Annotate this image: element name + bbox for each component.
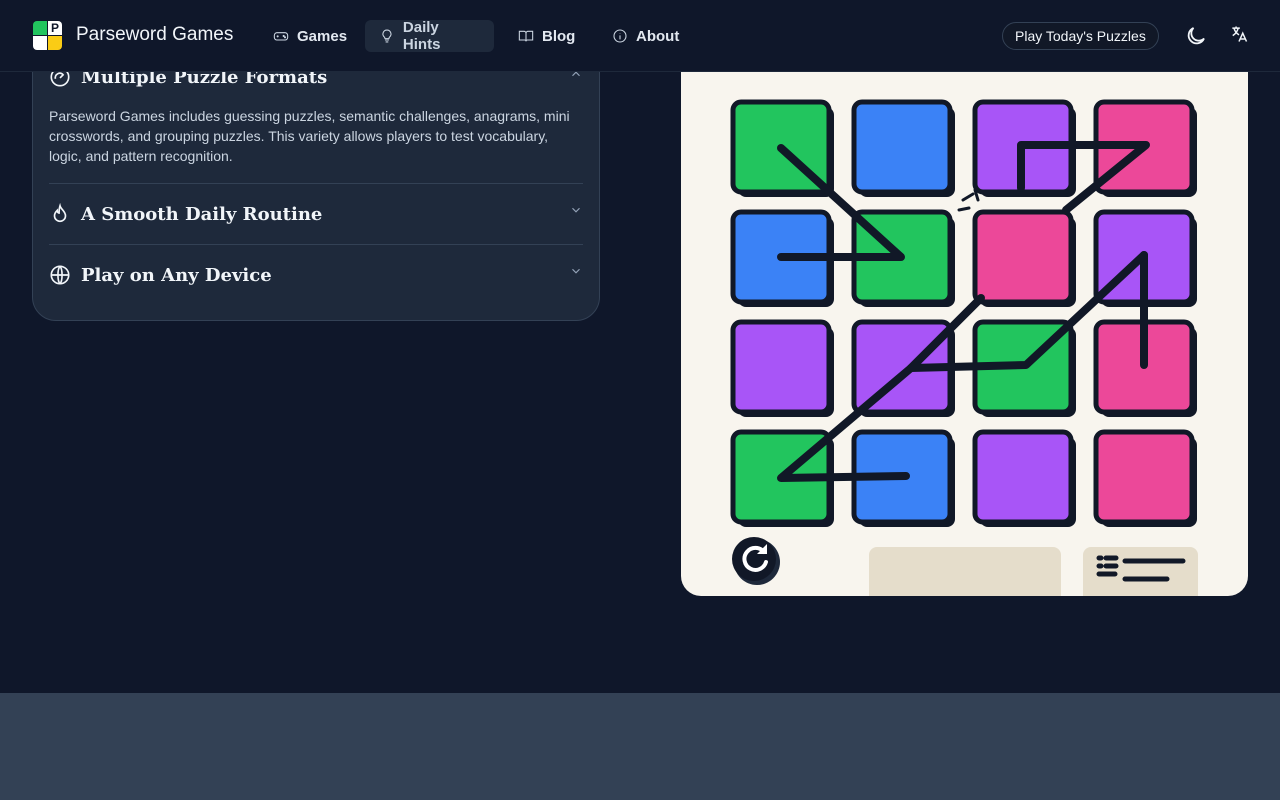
answer-placeholder	[869, 547, 1061, 596]
divider	[49, 183, 583, 184]
refresh-button[interactable]	[732, 537, 780, 585]
accordion-title: Play on Any Device	[81, 264, 272, 286]
nav-about-label: About	[636, 27, 680, 45]
accordion-title: A Smooth Daily Routine	[81, 203, 323, 225]
accordion-item-smooth-daily-routine[interactable]: A Smooth Daily Routine	[49, 203, 583, 225]
puzzle-tile	[851, 99, 953, 195]
nav-daily-hints-label: Daily Hints	[402, 19, 441, 53]
globe-icon	[50, 265, 70, 285]
language-button[interactable]	[1229, 24, 1249, 48]
chevron-down-icon[interactable]	[569, 264, 583, 278]
puzzle-illustration	[681, 40, 1248, 596]
gamepad-icon	[273, 32, 289, 41]
nav-games-label: Games	[297, 27, 348, 45]
logo-icon[interactable]: P	[33, 21, 62, 50]
nav-blog[interactable]: Blog	[504, 20, 589, 52]
theme-toggle-button[interactable]	[1184, 24, 1208, 48]
lightbulb-icon	[382, 29, 392, 43]
translate-icon	[1232, 26, 1248, 42]
divider	[49, 244, 583, 245]
puzzle-tile	[730, 319, 832, 415]
nav-games[interactable]: Games	[259, 20, 361, 52]
nav-blog-label: Blog	[542, 27, 576, 45]
flame-icon	[53, 203, 67, 223]
play-todays-puzzles-button[interactable]: Play Today's Puzzles	[1002, 22, 1159, 50]
nav-about[interactable]: About	[598, 20, 693, 52]
puzzle-tile	[972, 429, 1074, 525]
brand-name[interactable]: Parseword Games	[76, 24, 233, 46]
accordion-body-text: Parseword Games includes guessing puzzle…	[49, 108, 570, 164]
chevron-down-icon[interactable]	[569, 203, 583, 217]
info-icon	[613, 29, 627, 43]
book-icon	[518, 30, 534, 42]
footer	[0, 693, 1280, 800]
features-accordion: Multiple Puzzle Formats Parseword Games …	[32, 40, 600, 321]
site-header: P Parseword Games Games Daily Hints Blog…	[0, 0, 1280, 72]
moon-icon	[1187, 27, 1205, 45]
puzzle-tile	[972, 209, 1074, 305]
puzzle-tile	[1093, 429, 1195, 525]
puzzle-grid-illustration	[730, 99, 1198, 596]
accordion-item-play-on-any-device[interactable]: Play on Any Device	[49, 264, 583, 286]
nav-daily-hints[interactable]: Daily Hints	[365, 19, 494, 53]
